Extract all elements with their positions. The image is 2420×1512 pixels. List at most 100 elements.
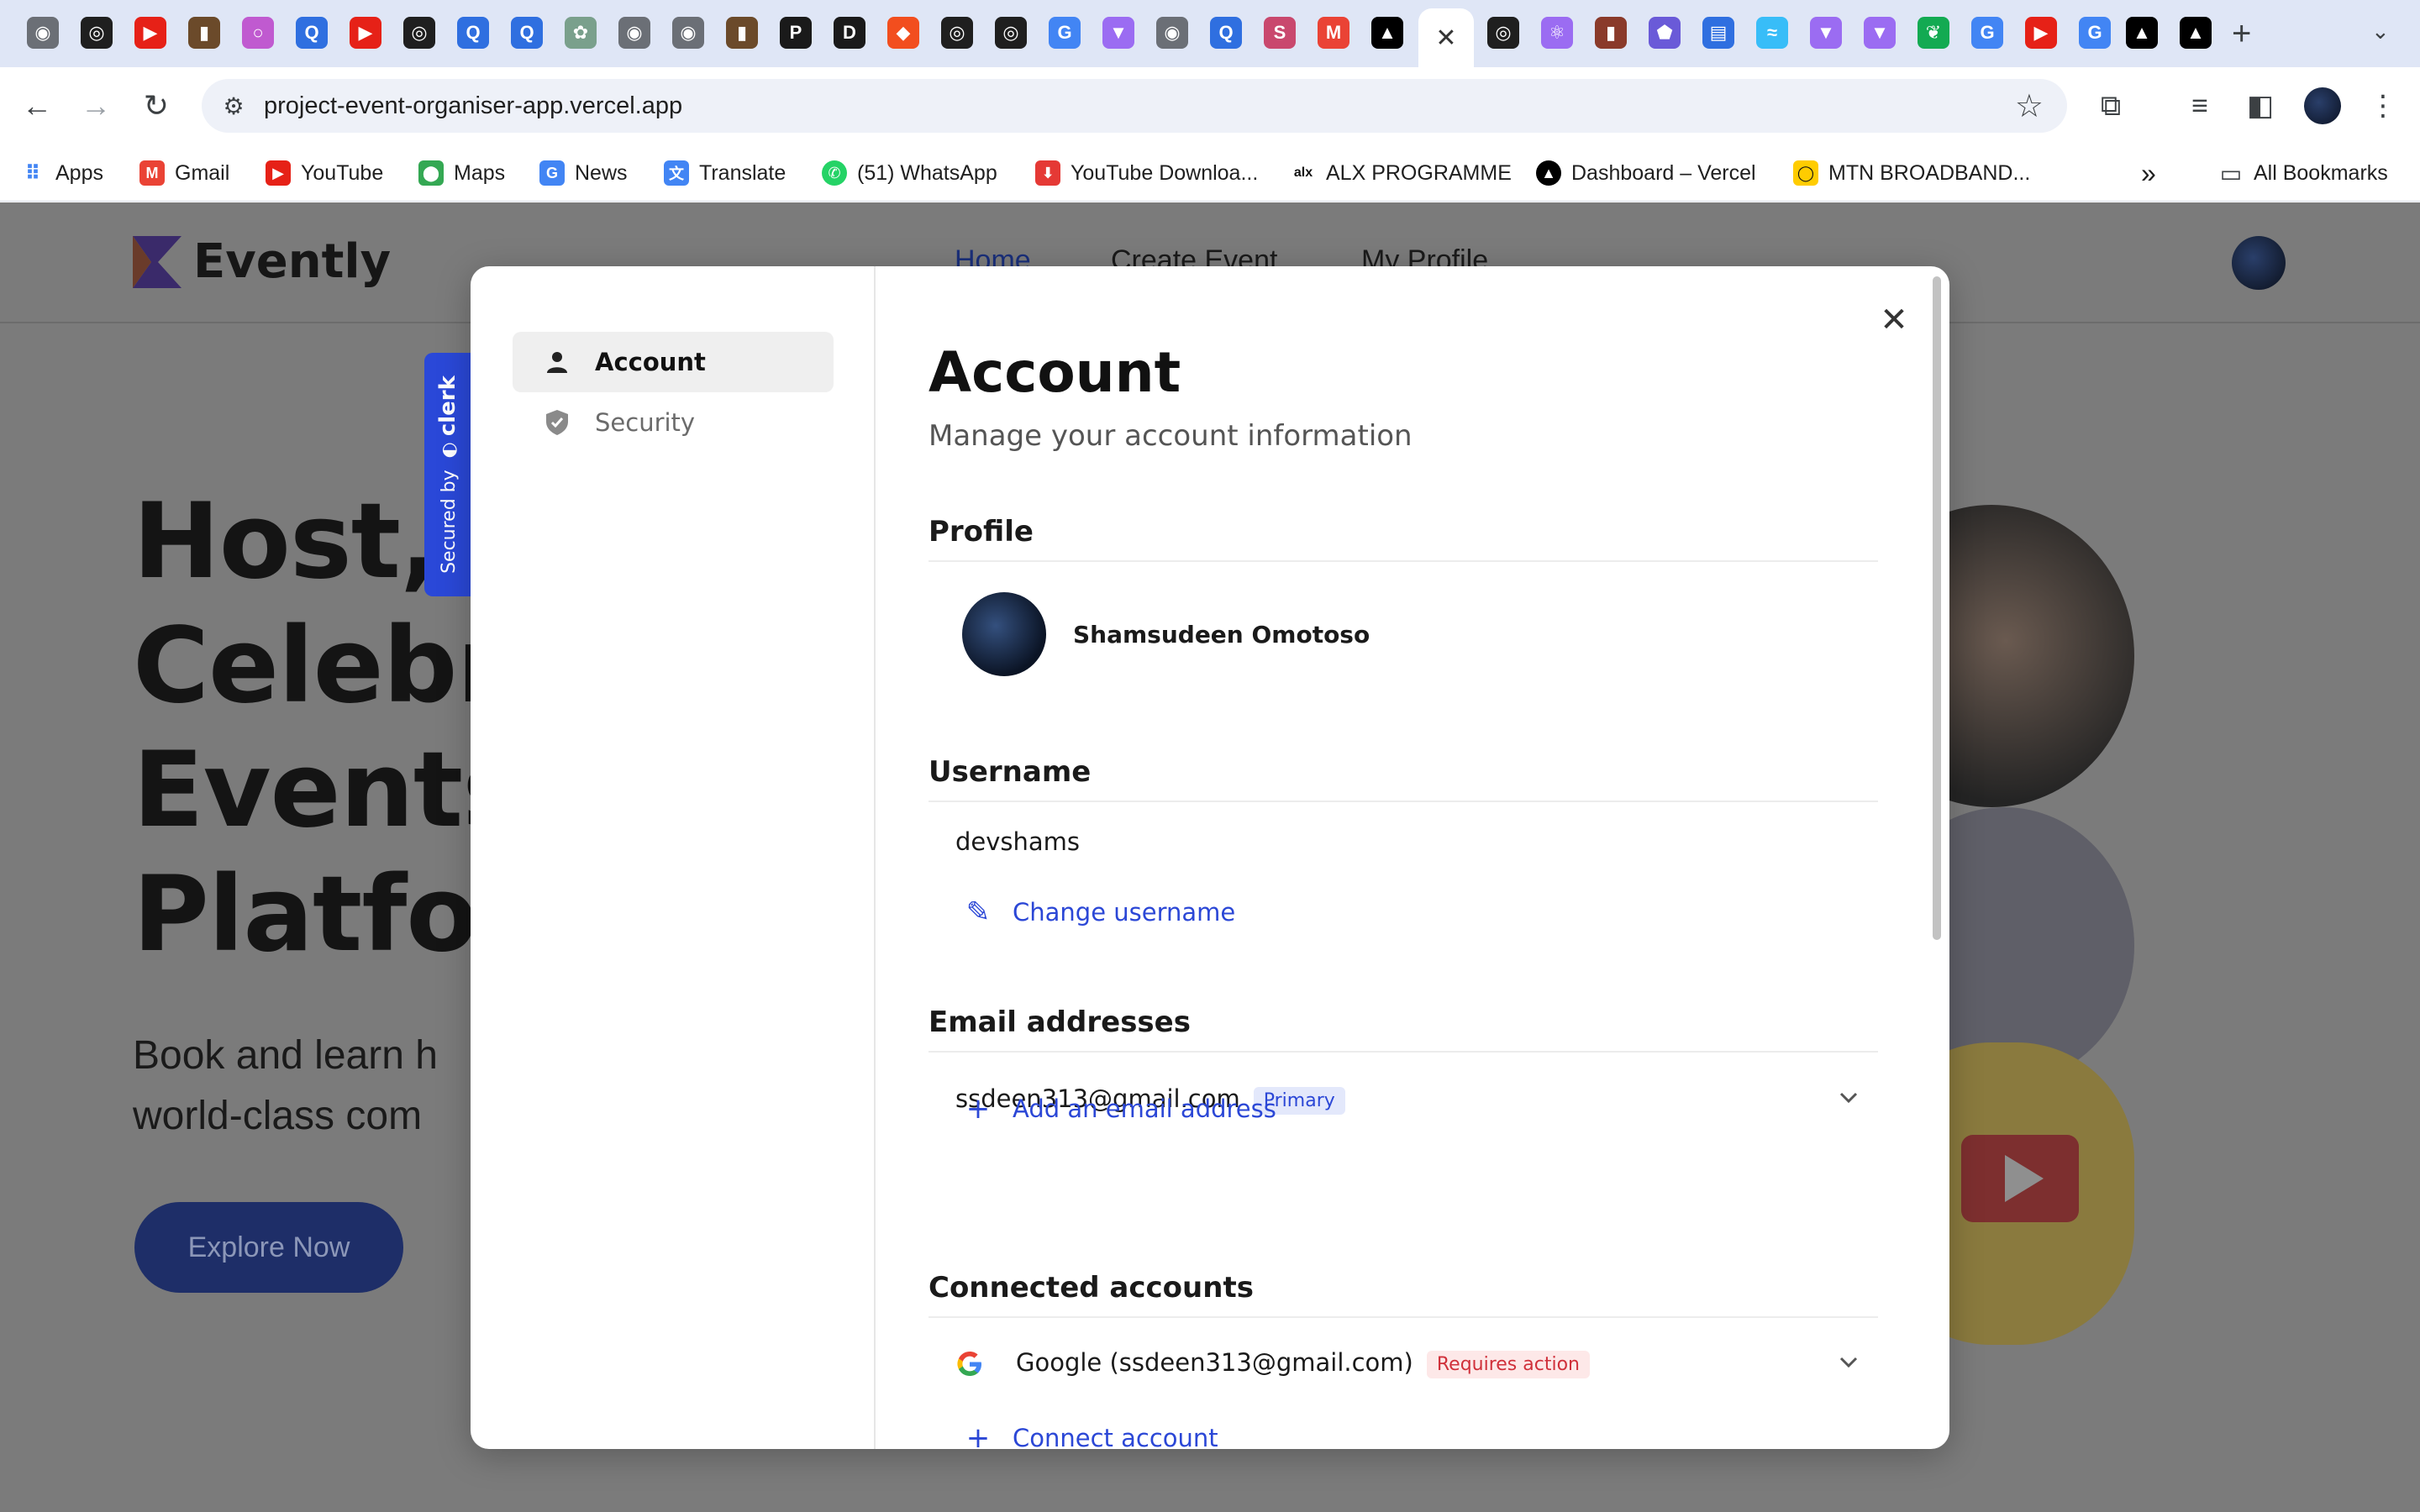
tab-favicon-vite[interactable]: ▼ <box>1810 17 1842 49</box>
tab-favicon-q[interactable]: Q <box>1210 17 1242 49</box>
tab-favicon-chart[interactable]: ▤ <box>1702 17 1734 49</box>
plus-icon: + <box>965 1421 991 1449</box>
tab-favicon-vite[interactable]: ▼ <box>1102 17 1134 49</box>
explore-now-button[interactable]: Explore Now <box>134 1202 403 1293</box>
tab-favicon-q[interactable]: Q <box>296 17 328 49</box>
profile-name: Shamsudeen Omotoso <box>1073 621 1370 648</box>
url-text[interactable]: project-event-organiser-app.vercel.app <box>264 92 682 120</box>
tab-favicon-google[interactable]: G <box>1049 17 1081 49</box>
reload-icon[interactable]: ↻ <box>134 84 178 128</box>
section-divider <box>929 801 1878 802</box>
tab-favicon-ring[interactable]: ○ <box>242 17 274 49</box>
side-panel-icon[interactable]: ◧ <box>2242 87 2279 124</box>
requires-action-badge: Requires action <box>1426 1350 1590 1378</box>
bookmark-maps[interactable]: ⬤ Maps <box>418 158 505 188</box>
more-menu-icon[interactable]: ⋮ <box>2365 87 2402 124</box>
bookmark-news[interactable]: G News <box>539 158 628 188</box>
bookmark-youtube[interactable]: ▶ YouTube <box>266 158 383 188</box>
tab-favicon-vercel[interactable]: ▲ <box>2126 17 2158 49</box>
section-divider <box>929 1316 1878 1318</box>
new-tab-icon[interactable]: + <box>2232 15 2251 53</box>
site-logo-text[interactable]: Evently <box>193 234 391 289</box>
google-account-row[interactable]: Google (ssdeen313@gmail.com) Requires act… <box>1016 1348 1590 1378</box>
tab-favicon-q[interactable]: Q <box>511 17 543 49</box>
tab-favicon-youtube[interactable]: ▶ <box>2025 17 2057 49</box>
tab-favicon-google[interactable]: G <box>2079 17 2111 49</box>
news-icon: G <box>539 160 565 186</box>
bookmark-youtube-downloader[interactable]: ⬇ YouTube Downloa... <box>1035 158 1258 188</box>
bookmark-whatsapp[interactable]: ✆ (51) WhatsApp <box>822 158 997 188</box>
site-settings-icon[interactable]: ⚙ <box>218 91 249 121</box>
profile-avatar[interactable] <box>962 592 1046 676</box>
bookmark-label: MTN BROADBAND... <box>1828 160 2031 185</box>
tab-favicon-chatgpt[interactable]: ✿ <box>565 17 597 49</box>
mtn-icon: ◯ <box>1793 160 1818 186</box>
tab-favicon-d[interactable]: D <box>834 17 865 49</box>
change-username-button[interactable]: ✎ Change username <box>965 895 1235 929</box>
browser-profile-avatar[interactable] <box>2304 87 2341 124</box>
add-email-button[interactable]: + Add an email address <box>965 1092 1276 1126</box>
forward-arrow-icon[interactable]: → <box>74 84 118 128</box>
modal-scrollbar[interactable] <box>1933 276 1941 940</box>
tab-favicon-p[interactable]: P <box>780 17 812 49</box>
user-avatar-button[interactable] <box>2232 236 2286 290</box>
tab-favicon-youtube[interactable]: ▶ <box>134 17 166 49</box>
tab-favicon-react[interactable]: ⚛ <box>1541 17 1573 49</box>
tab-favicon-github[interactable]: ◎ <box>995 17 1027 49</box>
tab-favicon-globe[interactable]: ◉ <box>618 17 650 49</box>
tab-favicon-github[interactable]: ◎ <box>81 17 113 49</box>
more-bookmarks-icon[interactable]: » <box>2141 158 2156 188</box>
tab-favicon-google[interactable]: G <box>1971 17 2003 49</box>
chevron-down-icon[interactable] <box>1836 1350 1861 1375</box>
address-bar[interactable]: ⚙ project-event-organiser-app.vercel.app… <box>202 79 2067 133</box>
bookmark-alx[interactable]: alx ALX PROGRAMME <box>1291 158 1512 188</box>
bookmark-gmail[interactable]: M Gmail <box>139 158 229 188</box>
tab-favicon-vercel[interactable]: ▲ <box>1371 17 1403 49</box>
active-tab-close-icon[interactable]: ✕ <box>1418 8 1474 67</box>
tab-favicon-figma[interactable]: ◆ <box>887 17 919 49</box>
tab-favicon-vercel[interactable]: ▲ <box>2180 17 2212 49</box>
bookmark-translate[interactable]: 文 Translate <box>664 158 786 188</box>
chevron-down-icon[interactable] <box>1836 1085 1861 1110</box>
tab-search-chevron-icon[interactable]: ⌄ <box>2371 18 2390 45</box>
username-value: devshams <box>955 827 1081 856</box>
connect-account-button[interactable]: + Connect account <box>965 1421 1218 1449</box>
back-arrow-icon[interactable]: ← <box>15 84 59 128</box>
tab-favicon-mongodb[interactable]: ❦ <box>1918 17 1949 49</box>
tab-favicon-globe[interactable]: ◉ <box>1156 17 1188 49</box>
clerk-secured-badge[interactable]: Secured by ◐ clerk <box>424 353 471 596</box>
tab-favicon-shield[interactable]: ⬟ <box>1649 17 1681 49</box>
tab-favicon-bottle[interactable]: ▮ <box>1595 17 1627 49</box>
tab-favicon-github[interactable]: ◎ <box>941 17 973 49</box>
bookmark-label: Maps <box>454 160 506 185</box>
tab-favicon-globe[interactable]: ◉ <box>27 17 59 49</box>
section-title-profile: Profile <box>929 515 1034 549</box>
tab-favicon-tailwind[interactable]: ≈ <box>1756 17 1788 49</box>
sidebar-item-security[interactable]: Security <box>513 392 834 453</box>
tab-favicon-github[interactable]: ◎ <box>1487 17 1519 49</box>
close-icon[interactable]: ✕ <box>1876 302 1912 339</box>
tab-favicon-youtube[interactable]: ▶ <box>350 17 381 49</box>
bookmark-star-icon[interactable]: ☆ <box>2015 87 2044 125</box>
tab-favicon-book[interactable]: ▮ <box>188 17 220 49</box>
tab-favicon-s[interactable]: S <box>1264 17 1296 49</box>
bookmark-label: Translate <box>699 160 786 185</box>
google-icon <box>957 1352 981 1376</box>
media-queue-icon[interactable]: ≡ <box>2181 87 2218 124</box>
bookmark-all-bookmarks[interactable]: ▭ All Bookmarks <box>2218 158 2388 188</box>
extensions-puzzle-icon[interactable]: ⧉ <box>2092 87 2129 124</box>
tab-favicon-github[interactable]: ◎ <box>403 17 435 49</box>
bookmark-mtn[interactable]: ◯ MTN BROADBAND... <box>1793 158 2030 188</box>
hero-subtitle: Book and learn h world-class com <box>133 1026 438 1147</box>
bookmark-apps[interactable]: ⠿ Apps <box>20 158 103 188</box>
bookmark-label: Dashboard – Vercel <box>1571 160 1756 185</box>
folder-icon: ▭ <box>2218 160 2244 186</box>
tab-favicon-book[interactable]: ▮ <box>726 17 758 49</box>
bookmark-vercel[interactable]: ▲ Dashboard – Vercel <box>1536 158 1756 188</box>
sidebar-item-account[interactable]: Account <box>513 332 834 392</box>
tab-favicon-q[interactable]: Q <box>457 17 489 49</box>
tab-favicon-globe[interactable]: ◉ <box>672 17 704 49</box>
bookmark-label: (51) WhatsApp <box>857 160 997 185</box>
tab-favicon-vite[interactable]: ▼ <box>1864 17 1896 49</box>
tab-favicon-gmail[interactable]: M <box>1318 17 1349 49</box>
